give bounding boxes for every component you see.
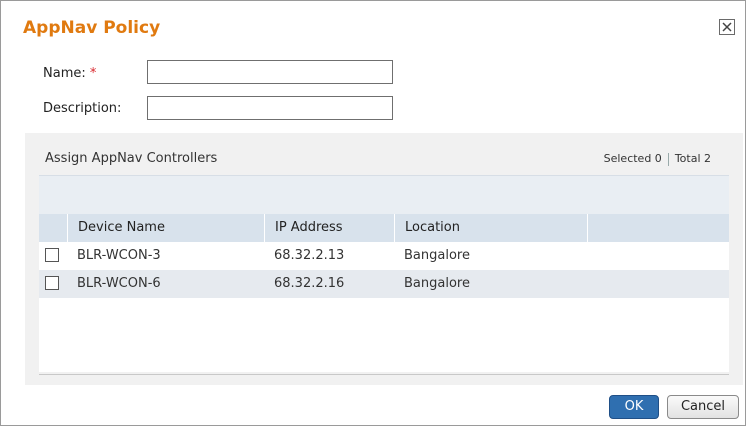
name-input[interactable] [147,60,393,84]
description-label: Description: [43,101,122,116]
cell-ip-address: 68.32.2.16 [274,276,345,291]
cell-device-name: BLR-WCON-3 [77,248,161,263]
assign-section-title: Assign AppNav Controllers [45,151,218,166]
footer-divider [39,374,729,375]
required-asterisk: * [89,66,97,81]
total-count: Total 2 [674,152,711,165]
column-location[interactable]: Location [394,214,587,242]
close-icon[interactable] [719,19,735,35]
column-empty [587,214,729,242]
table-row[interactable]: BLR-WCON-6 68.32.2.16 Bangalore [39,270,729,298]
cell-device-name: BLR-WCON-6 [77,276,161,291]
appnav-policy-dialog: AppNav Policy Name: * Description: Assig… [0,0,746,426]
counts-separator [667,152,669,166]
table-header: Device Name IP Address Location [39,214,729,242]
table-toolbar [39,175,729,215]
description-input[interactable] [147,96,393,120]
selected-count: Selected 0 [603,152,662,165]
dialog-title: AppNav Policy [23,18,161,38]
column-device-name[interactable]: Device Name [67,214,264,242]
table-row[interactable]: BLR-WCON-3 68.32.2.13 Bangalore [39,242,729,270]
controllers-table: Device Name IP Address Location BLR-WCON… [39,214,729,372]
row-checkbox[interactable] [45,276,59,290]
cell-location: Bangalore [404,248,470,263]
cell-location: Bangalore [404,276,470,291]
name-label: Name: * [43,66,96,81]
checkbox-column-header [39,214,67,242]
cell-ip-address: 68.32.2.13 [274,248,345,263]
name-label-text: Name: [43,66,86,81]
row-checkbox[interactable] [45,248,59,262]
selection-counts: Selected 0 Total 2 [604,152,711,166]
ok-button[interactable]: OK [609,395,659,419]
column-ip-address[interactable]: IP Address [264,214,394,242]
cancel-button[interactable]: Cancel [667,395,739,419]
